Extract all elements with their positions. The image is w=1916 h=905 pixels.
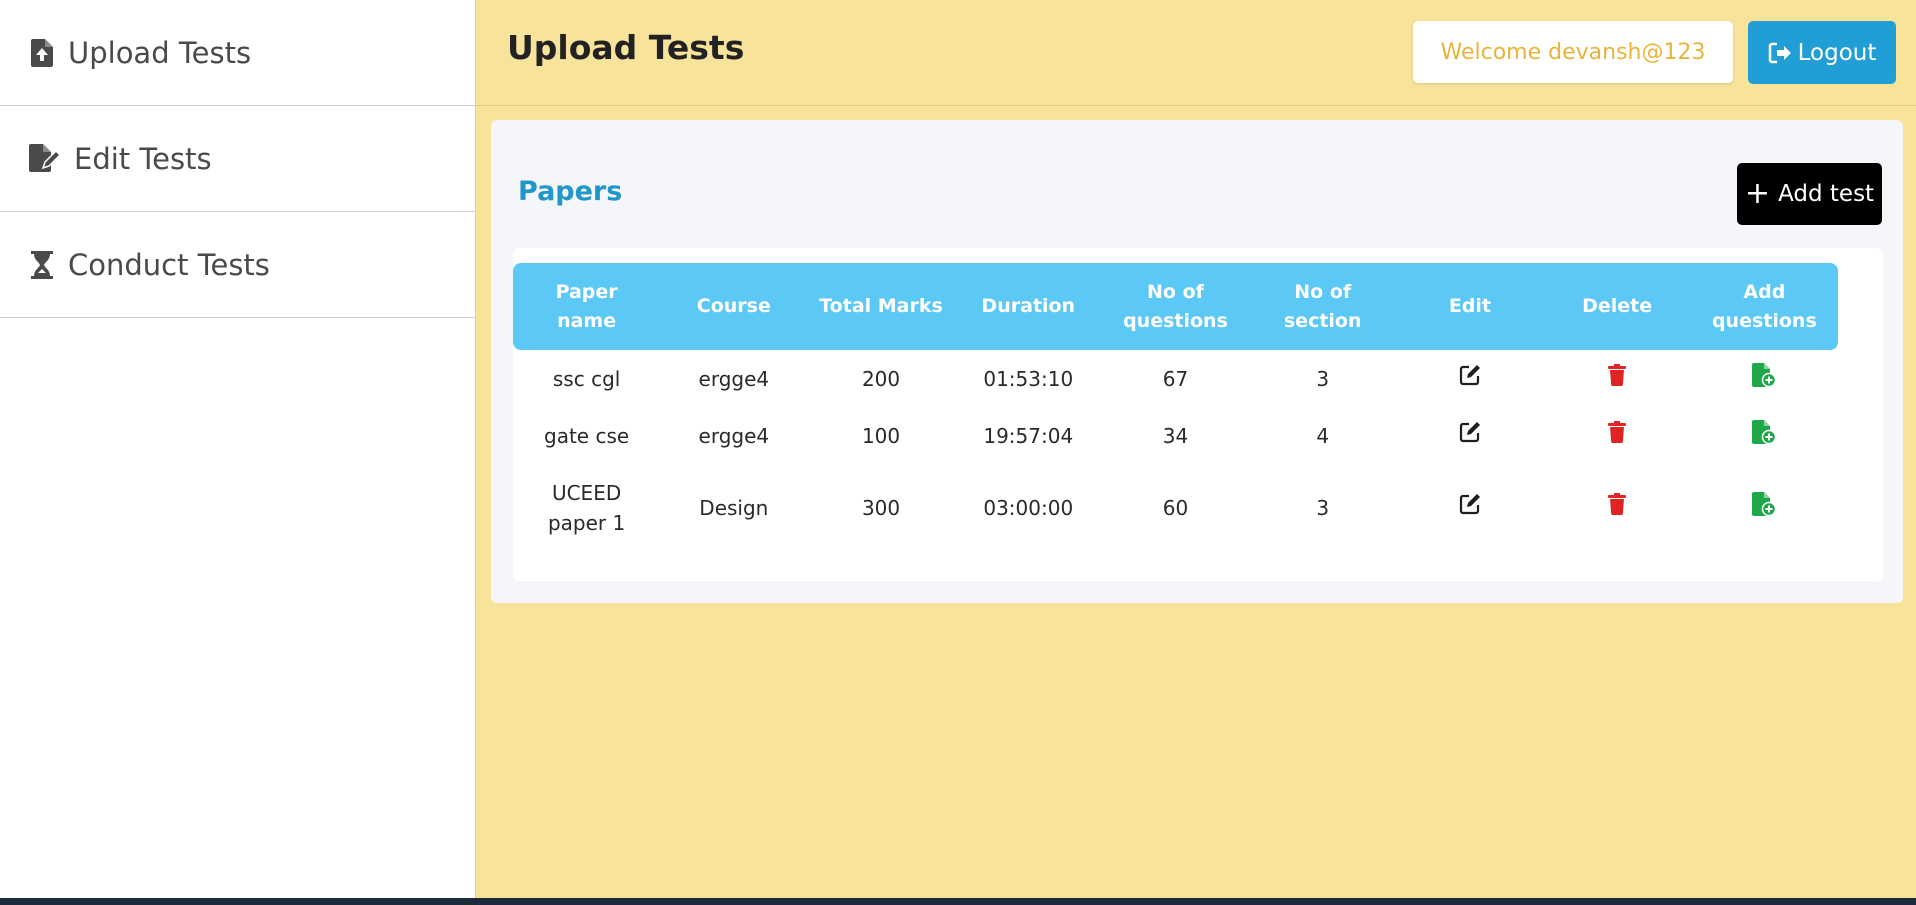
questions-cell: 60 — [1162, 496, 1189, 520]
file-edit-icon — [28, 143, 62, 175]
total-marks-cell: 200 — [861, 366, 901, 391]
sidebar-item-upload-tests[interactable]: Upload Tests — [0, 0, 475, 106]
sidebar-item-edit-tests[interactable]: Edit Tests — [0, 106, 475, 212]
column-header-no-of-section: No of section — [1283, 280, 1362, 332]
questions-cell: 34 — [1162, 424, 1189, 448]
column-header-total-marks: Total Marks — [819, 295, 943, 317]
sections-cell: 4 — [1316, 424, 1330, 448]
papers-card: Papers + Add test Paper name Course Tota… — [491, 120, 1903, 603]
os-taskbar — [0, 898, 1916, 905]
column-header-delete: Delete — [1582, 295, 1653, 317]
edit-icon — [1459, 493, 1481, 523]
logout-label: Logout — [1797, 39, 1877, 66]
add-questions-button[interactable] — [1691, 350, 1838, 407]
paper-name-cell: UCEED paper 1 — [547, 481, 626, 535]
questions-cell: 67 — [1162, 366, 1189, 391]
column-header-add-questions: Add questions — [1711, 280, 1817, 332]
logout-button[interactable]: Logout — [1748, 21, 1896, 84]
duration-cell: 03:00:00 — [983, 496, 1074, 520]
table-row: gate cse ergge4 100 19:57:04 34 4 — [513, 407, 1838, 465]
column-header-paper-name: Paper name — [555, 280, 618, 332]
table-header: Paper name Course Total Marks Duration N… — [513, 263, 1838, 350]
delete-paper-button[interactable] — [1544, 350, 1691, 407]
edit-paper-button[interactable] — [1396, 350, 1543, 407]
delete-paper-button[interactable] — [1544, 407, 1691, 465]
sidebar-item-conduct-tests[interactable]: Conduct Tests — [0, 212, 475, 318]
file-add-icon — [1752, 420, 1777, 452]
course-cell: ergge4 — [698, 366, 770, 391]
hourglass-icon — [28, 249, 56, 281]
table-row: UCEED paper 1 Design 300 03:00:00 60 3 — [513, 465, 1838, 551]
paper-name-cell: ssc cgl — [552, 366, 621, 391]
sidebar-item-label: Conduct Tests — [68, 247, 270, 282]
plus-icon: + — [1744, 176, 1771, 211]
course-cell: Design — [699, 496, 769, 520]
trash-icon — [1608, 363, 1627, 394]
table-body: ssc cgl ergge4 200 01:53:10 67 3 gate cs… — [513, 350, 1838, 551]
total-marks-cell: 300 — [861, 496, 901, 520]
sections-cell: 3 — [1316, 496, 1330, 520]
header: Upload Tests Welcome devansh@123 Logout — [476, 0, 1916, 106]
duration-cell: 01:53:10 — [983, 366, 1074, 391]
course-cell: ergge4 — [698, 424, 770, 448]
papers-title: Papers — [518, 176, 623, 207]
add-questions-button[interactable] — [1691, 407, 1838, 465]
page-title: Upload Tests — [507, 28, 745, 67]
total-marks-cell: 100 — [861, 424, 901, 448]
paper-name-cell: gate cse — [544, 424, 630, 448]
edit-paper-button[interactable] — [1396, 465, 1543, 551]
column-header-no-of-questions: No of questions — [1123, 280, 1228, 332]
sections-cell: 3 — [1316, 366, 1330, 391]
trash-icon — [1608, 421, 1627, 451]
edit-icon — [1459, 421, 1481, 451]
add-test-label: Add test — [1778, 181, 1875, 207]
column-header-course: Course — [696, 295, 771, 317]
duration-cell: 19:57:04 — [983, 424, 1074, 448]
edit-paper-button[interactable] — [1396, 407, 1543, 465]
logout-icon — [1768, 42, 1792, 64]
file-add-icon — [1752, 362, 1777, 395]
add-questions-button[interactable] — [1691, 465, 1838, 551]
delete-paper-button[interactable] — [1544, 465, 1691, 551]
edit-icon — [1459, 364, 1481, 394]
column-header-edit: Edit — [1448, 295, 1492, 317]
column-header-duration: Duration — [981, 295, 1076, 317]
sidebar-item-label: Upload Tests — [68, 35, 252, 70]
trash-icon — [1608, 493, 1627, 523]
sidebar-item-label: Edit Tests — [74, 141, 212, 176]
file-upload-icon — [28, 37, 56, 69]
table-row: ssc cgl ergge4 200 01:53:10 67 3 — [513, 350, 1838, 407]
file-add-icon — [1752, 492, 1777, 524]
sidebar: Upload Tests Edit Tests Conduct Tests — [0, 0, 476, 898]
add-test-button[interactable]: + Add test — [1737, 163, 1882, 225]
welcome-badge: Welcome devansh@123 — [1413, 21, 1733, 83]
